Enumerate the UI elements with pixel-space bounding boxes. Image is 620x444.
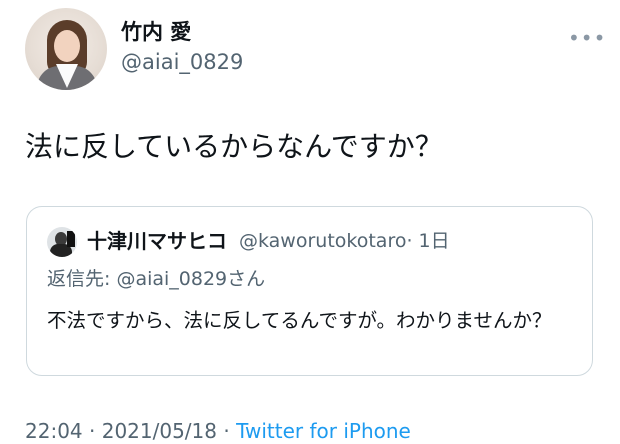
tweet-meta: 22:04 · 2021/05/18 · Twitter for iPhone <box>25 421 411 441</box>
meta-separator: · <box>217 419 237 443</box>
quote-author-name[interactable]: 十津川マサヒコ <box>87 231 227 251</box>
author-handle[interactable]: @aiai_0829 <box>121 52 243 73</box>
avatar-face <box>54 30 80 62</box>
quoted-tweet[interactable]: 十津川マサヒコ @kaworutokotaro· 1日 返信先: @aiai_0… <box>26 206 593 376</box>
reply-to-line: 返信先: @aiai_0829さん <box>47 270 265 289</box>
author-name[interactable]: 竹内 愛 <box>121 22 191 43</box>
quote-text: 不法ですから、法に反してるんですが。わかりませんか？ <box>47 309 552 332</box>
author-avatar[interactable] <box>25 8 107 90</box>
tweet-text: 法に反しているからなんですか？ <box>25 130 443 163</box>
quote-time: · 1日 <box>406 230 450 252</box>
quote-author-handle[interactable]: @kaworutokotaro <box>239 230 406 252</box>
reply-suffix: さん <box>227 268 266 290</box>
quote-author-avatar[interactable] <box>47 227 77 257</box>
reply-prefix: 返信先: <box>47 268 117 290</box>
meta-separator: · <box>82 419 102 443</box>
quote-author-meta[interactable]: @kaworutokotaro· 1日 <box>239 232 450 251</box>
reply-mention[interactable]: @aiai_0829 <box>116 268 227 290</box>
more-icon[interactable]: ••• <box>568 28 606 48</box>
tweet-time[interactable]: 22:04 <box>25 419 83 443</box>
quote-avatar-mark <box>67 231 75 247</box>
tweet-source[interactable]: Twitter for iPhone <box>236 419 411 443</box>
tweet-date[interactable]: 2021/05/18 <box>102 419 217 443</box>
